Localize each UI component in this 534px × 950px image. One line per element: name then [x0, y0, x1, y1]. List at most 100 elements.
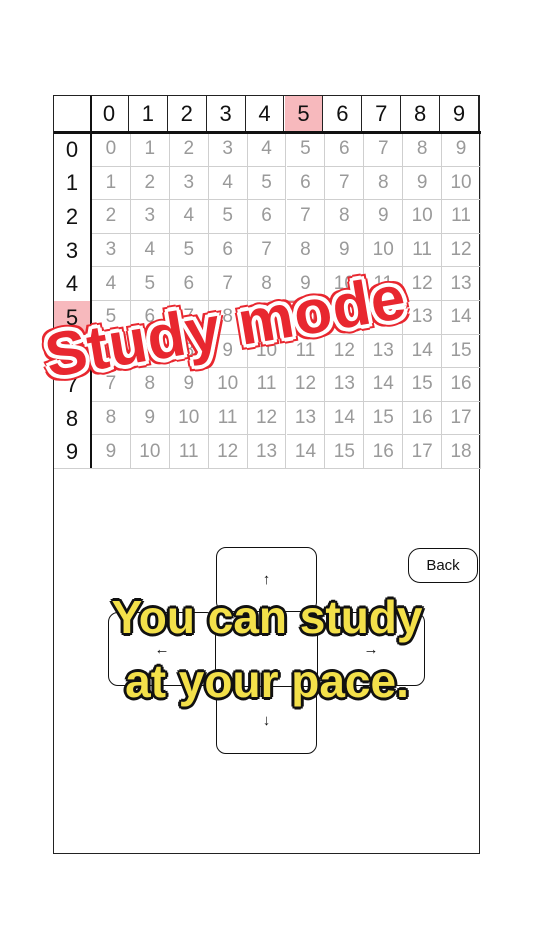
- sum-cell[interactable]: 10: [208, 368, 248, 402]
- sum-cell[interactable]: 8: [92, 401, 131, 436]
- sum-cell[interactable]: 1: [130, 133, 170, 167]
- sum-cell[interactable]: 4: [247, 133, 287, 167]
- sum-cell[interactable]: 11: [247, 368, 287, 402]
- sum-cell[interactable]: 5: [286, 133, 326, 167]
- sum-cell[interactable]: 3: [130, 200, 170, 234]
- sum-cell[interactable]: 13: [325, 368, 365, 402]
- up-arrow-icon: ↑: [262, 571, 271, 588]
- sum-cell[interactable]: 13: [364, 334, 404, 369]
- sum-cell[interactable]: 12: [247, 401, 287, 436]
- sum-cell[interactable]: 15: [442, 334, 481, 369]
- sum-cell[interactable]: 16: [364, 435, 404, 469]
- sum-cell[interactable]: 3: [208, 133, 248, 167]
- sum-cell[interactable]: 17: [442, 401, 481, 436]
- sum-cell[interactable]: 10: [130, 435, 170, 469]
- sum-cell[interactable]: 4: [92, 267, 131, 301]
- column-header: 1: [129, 96, 168, 131]
- sum-cell[interactable]: 6: [208, 233, 248, 268]
- sum-cell[interactable]: 9: [130, 401, 170, 436]
- sum-cell[interactable]: 14: [286, 435, 326, 469]
- sum-cell[interactable]: 7: [364, 133, 404, 167]
- sum-cell[interactable]: 3: [169, 166, 209, 201]
- column-header: 9: [440, 96, 479, 131]
- row-header: 1: [65, 170, 79, 196]
- sum-cell[interactable]: 13: [247, 435, 287, 469]
- sum-cell[interactable]: 2: [169, 133, 209, 167]
- sum-cell[interactable]: 9: [92, 435, 131, 469]
- sum-cell[interactable]: 5: [208, 200, 248, 234]
- sum-cell[interactable]: 9: [403, 166, 443, 201]
- sum-cell[interactable]: 18: [442, 435, 481, 469]
- sum-cell[interactable]: 14: [403, 334, 443, 369]
- addition-table: 0123456789012345678901234567891234567891…: [54, 96, 481, 469]
- sum-cell[interactable]: 2: [130, 166, 170, 201]
- sum-cell[interactable]: 0: [92, 133, 131, 167]
- column-header: 2: [168, 96, 207, 131]
- row-header: 8: [65, 405, 79, 431]
- sum-cell[interactable]: 11: [403, 233, 443, 268]
- column-header: 8: [401, 96, 441, 131]
- header-divider-vertical: [90, 96, 92, 469]
- caption-line-2: at your pace.: [125, 655, 409, 707]
- column-header: 7: [362, 96, 402, 131]
- sum-cell[interactable]: 4: [208, 166, 248, 201]
- sum-cell[interactable]: 6: [325, 133, 365, 167]
- sum-cell[interactable]: 8: [403, 133, 443, 167]
- sum-cell[interactable]: 7: [247, 233, 287, 268]
- sum-cell[interactable]: 9: [442, 133, 481, 167]
- sum-cell[interactable]: 10: [403, 200, 443, 234]
- sum-cell[interactable]: 9: [169, 368, 209, 402]
- caption-line-1: You can study: [111, 591, 423, 643]
- grid-bottom-line: [54, 468, 481, 469]
- row-header: 2: [65, 203, 79, 229]
- sum-cell[interactable]: 11: [442, 200, 481, 234]
- back-button[interactable]: Back: [408, 548, 478, 583]
- sum-cell[interactable]: 8: [364, 166, 404, 201]
- sum-cell[interactable]: 17: [403, 435, 443, 469]
- sum-cell[interactable]: 6: [286, 166, 326, 201]
- sum-cell[interactable]: 11: [208, 401, 248, 436]
- corner-cell: [54, 96, 90, 131]
- sum-cell[interactable]: 12: [403, 267, 443, 301]
- sum-cell[interactable]: 7: [325, 166, 365, 201]
- row-header: 0: [65, 136, 79, 162]
- header-divider-horizontal: [54, 131, 481, 134]
- sum-cell[interactable]: 14: [325, 401, 365, 436]
- sum-cell[interactable]: 12: [286, 368, 326, 402]
- sum-cell[interactable]: 3: [92, 233, 131, 268]
- sum-cell[interactable]: 5: [247, 166, 287, 201]
- sum-cell[interactable]: 9: [364, 200, 404, 234]
- sum-cell[interactable]: 12: [442, 233, 481, 268]
- sum-cell[interactable]: 15: [325, 435, 365, 469]
- row-header: 4: [65, 271, 79, 297]
- sum-cell[interactable]: 10: [442, 166, 481, 201]
- sum-cell[interactable]: 15: [403, 368, 443, 402]
- sum-cell[interactable]: 13: [442, 267, 481, 301]
- sum-cell[interactable]: 13: [286, 401, 326, 436]
- sum-cell[interactable]: 4: [130, 233, 170, 268]
- sum-cell[interactable]: 2: [92, 200, 131, 234]
- down-arrow-icon: ↓: [262, 711, 271, 729]
- sum-cell[interactable]: 8: [325, 200, 365, 234]
- sum-cell[interactable]: 5: [130, 267, 170, 301]
- sum-cell[interactable]: 15: [364, 401, 404, 436]
- sum-cell[interactable]: 8: [286, 233, 326, 268]
- sum-cell[interactable]: 7: [286, 200, 326, 234]
- sum-cell[interactable]: 10: [169, 401, 209, 436]
- sum-cell[interactable]: 6: [247, 200, 287, 234]
- sum-cell[interactable]: 9: [325, 233, 365, 268]
- sum-cell[interactable]: 16: [442, 368, 481, 402]
- sum-cell[interactable]: 16: [403, 401, 443, 436]
- sum-cell[interactable]: 5: [169, 233, 209, 268]
- sum-cell[interactable]: 14: [442, 301, 481, 335]
- sum-cell[interactable]: 12: [208, 435, 248, 469]
- column-header: 4: [246, 96, 285, 131]
- column-header: 6: [323, 96, 363, 131]
- column-header: 0: [90, 96, 129, 131]
- sum-cell[interactable]: 4: [169, 200, 209, 234]
- sum-cell[interactable]: 14: [364, 368, 404, 402]
- row-header: 3: [65, 237, 79, 263]
- sum-cell[interactable]: 11: [169, 435, 209, 469]
- row-header: 9: [65, 439, 79, 465]
- sum-cell[interactable]: 1: [92, 166, 131, 201]
